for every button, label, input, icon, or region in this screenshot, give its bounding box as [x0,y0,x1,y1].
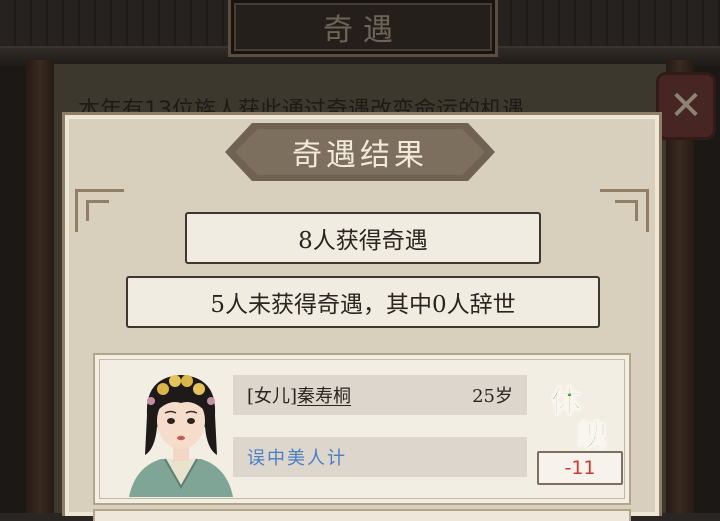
stat-change-value: -11 [537,451,623,485]
result-modal: 奇遇结果 8人获得奇遇 5人未获得奇遇，其中0人辞世 [女儿]秦寿桐 25岁 误… [62,112,662,521]
name-row: [女儿]秦寿桐 25岁 [233,375,527,415]
missed-summary: 5人未获得奇遇，其中0人辞世 [126,276,600,328]
next-card-edge [93,509,631,521]
lattice-corner-right [600,189,649,232]
modal-title-inner: 奇遇结果 [235,129,485,175]
lattice-corner-left [75,189,124,232]
character-card[interactable]: [女儿]秦寿桐 25岁 误中美人计 体 魄 -11 [93,353,631,505]
stat-char-2: 魄 [577,419,608,455]
name-label: [女儿]秦寿桐 [247,382,351,408]
gained-summary: 8人获得奇遇 [185,212,541,264]
event-row: 误中美人计 [233,437,527,477]
modal-title-banner: 奇遇结果 [225,123,495,181]
character-name-link[interactable]: 秦寿桐 [297,386,351,407]
relation-label: [女儿] [247,386,298,407]
modal-title: 奇遇结果 [292,138,428,173]
stat-name: 体 魄 [543,377,623,455]
portrait-avatar [129,375,233,497]
age-label: 25岁 [472,386,513,407]
event-label: 误中美人计 [247,448,347,469]
